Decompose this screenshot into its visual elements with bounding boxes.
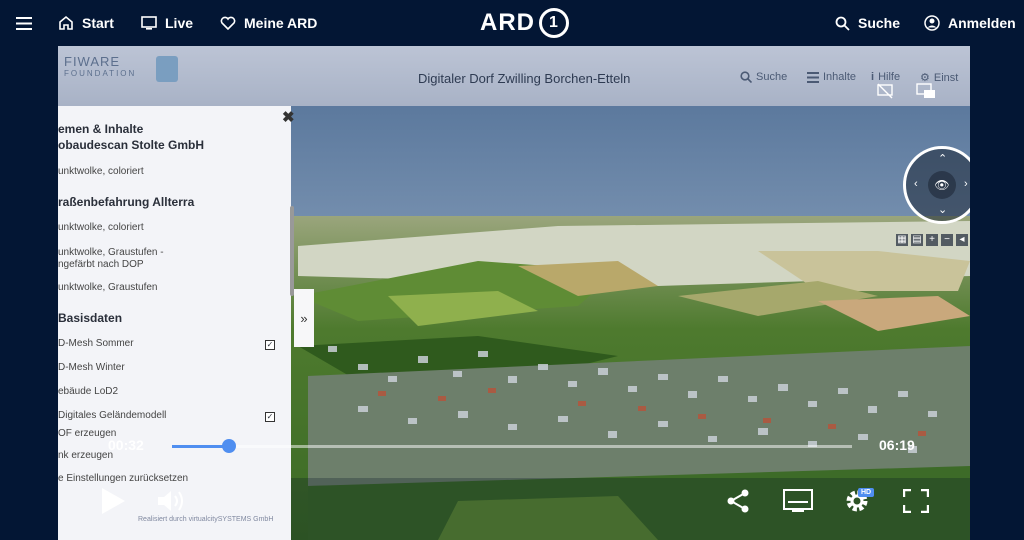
webapp-nav-content[interactable]: Inhalte — [807, 71, 856, 83]
seek-bar[interactable] — [172, 439, 852, 453]
zoom-out-icon[interactable]: − — [941, 234, 953, 246]
menu-button[interactable] — [16, 0, 40, 46]
panel-heading-alterra: raßenbefahrung Allterra — [58, 195, 195, 209]
webapp-nav-search[interactable]: Suche — [740, 71, 787, 83]
nav-live-link[interactable]: Live — [141, 0, 193, 46]
fiware-logo-line1: FIWARE — [64, 54, 121, 69]
video-player[interactable]: FIWARE FOUNDATION Digitaler Dorf Zwillin… — [58, 46, 970, 540]
municipality-crest — [156, 56, 178, 82]
seek-bar-progress — [172, 445, 230, 448]
top-navigation: Start Live Meine ARD ARD 1 Suche Anmelde… — [0, 0, 1024, 46]
close-icon[interactable]: ✖ — [282, 108, 295, 126]
play-icon[interactable] — [100, 487, 126, 515]
webapp-title: Digitaler Dorf Zwilling Borchen-Etteln — [418, 71, 631, 86]
heart-icon — [220, 16, 236, 30]
nav-meine-ard-link[interactable]: Meine ARD — [220, 0, 317, 46]
zoom-in-icon[interactable]: + — [926, 234, 938, 246]
nav-meine-ard-label: Meine ARD — [244, 15, 318, 31]
search-icon — [740, 71, 752, 83]
search-button[interactable]: Suche — [835, 0, 900, 46]
layer-item-continued: ngefärbt nach DOP — [58, 259, 144, 270]
panel-footer: Realisiert durch virtualcitySYSTEMS GmbH — [138, 516, 274, 523]
layer-panel: ✖ emen & Inhalte obaudescan Stolte GmbH … — [58, 106, 314, 540]
subtitles-icon[interactable] — [783, 489, 813, 513]
panel-expand-handle[interactable]: » — [294, 289, 314, 347]
picture-in-picture-icon[interactable] — [916, 82, 936, 100]
ard-logo-text: ARD — [480, 9, 535, 36]
chevron-right-icon[interactable]: › — [964, 178, 968, 190]
webapp-nav-settings-label: Einst — [933, 71, 959, 84]
current-time: 00:32 — [108, 437, 144, 453]
ard-logo[interactable]: ARD 1 — [480, 8, 569, 38]
panel-action[interactable]: nk erzeugen — [58, 450, 113, 461]
login-button[interactable]: Anmelden — [924, 0, 1016, 46]
panel-scrollbar[interactable] — [290, 206, 294, 296]
layer-checkbox-checked[interactable]: ✓ — [265, 340, 275, 350]
chevron-down-icon[interactable]: ⌄ — [938, 203, 947, 216]
layer-item[interactable]: D-Mesh Sommer — [58, 338, 134, 349]
layer-item[interactable]: D-Mesh Winter — [58, 362, 125, 373]
duration: 06:19 — [879, 437, 915, 453]
grid-icon[interactable]: ▤ — [911, 234, 923, 246]
chevron-up-icon[interactable]: ⌃ — [938, 152, 947, 165]
login-label: Anmelden — [948, 15, 1016, 31]
layer-item[interactable]: unktwolke, coloriert — [58, 166, 144, 177]
webapp-nav-search-label: Suche — [756, 71, 788, 83]
layer-item[interactable]: unktwolke, Graustufen — [58, 282, 158, 293]
panel-heading-stolte: obaudescan Stolte GmbH — [58, 138, 205, 152]
home-icon — [59, 15, 73, 30]
ard-logo-mark: 1 — [539, 8, 569, 38]
nav-start-link[interactable]: Start — [58, 0, 114, 46]
panel-heading-themes: emen & Inhalte — [58, 122, 144, 136]
hd-badge: HD — [858, 488, 875, 497]
webapp-nav-content-label: Inhalte — [823, 71, 857, 83]
fullscreen-icon[interactable] — [903, 489, 929, 513]
layer-item[interactable]: ebäude LoD2 — [58, 386, 118, 397]
terrain-icon[interactable]: ▦ — [896, 234, 908, 246]
share-icon[interactable] — [725, 488, 751, 514]
fiware-logo-line2: FOUNDATION — [64, 69, 137, 78]
layer-item[interactable]: Digitales Geländemodell — [58, 410, 166, 421]
search-icon — [835, 16, 850, 31]
nav-start-label: Start — [82, 15, 114, 31]
panel-action[interactable]: e Einstellungen zurücksetzen — [58, 473, 188, 484]
eye-icon[interactable]: 👁 — [928, 171, 956, 199]
search-label: Suche — [858, 15, 901, 31]
layer-checkbox-checked[interactable]: ✓ — [265, 412, 275, 422]
seek-bar-handle[interactable] — [222, 439, 237, 453]
list-icon — [807, 71, 819, 83]
volume-icon[interactable] — [157, 489, 187, 513]
panel-heading-basis: Basisdaten — [58, 311, 123, 325]
layer-item[interactable]: unktwolke, Graustufen - — [58, 247, 164, 258]
tv-icon — [141, 16, 157, 30]
no-cast-icon[interactable] — [876, 82, 894, 100]
hamburger-icon — [16, 16, 32, 30]
tilt-icon[interactable]: ◂ — [956, 234, 968, 246]
chevron-left-icon[interactable]: ‹ — [914, 178, 918, 190]
fiware-logo: FIWARE FOUNDATION — [64, 54, 137, 80]
webapp-header: FIWARE FOUNDATION Digitaler Dorf Zwillin… — [58, 46, 970, 106]
map-toolbar: ▦ ▤ + − ◂ — [896, 234, 968, 246]
info-icon: i — [871, 71, 875, 83]
layer-item[interactable]: unktwolke, coloriert — [58, 222, 144, 233]
user-icon — [924, 15, 940, 31]
nav-live-label: Live — [165, 15, 194, 31]
